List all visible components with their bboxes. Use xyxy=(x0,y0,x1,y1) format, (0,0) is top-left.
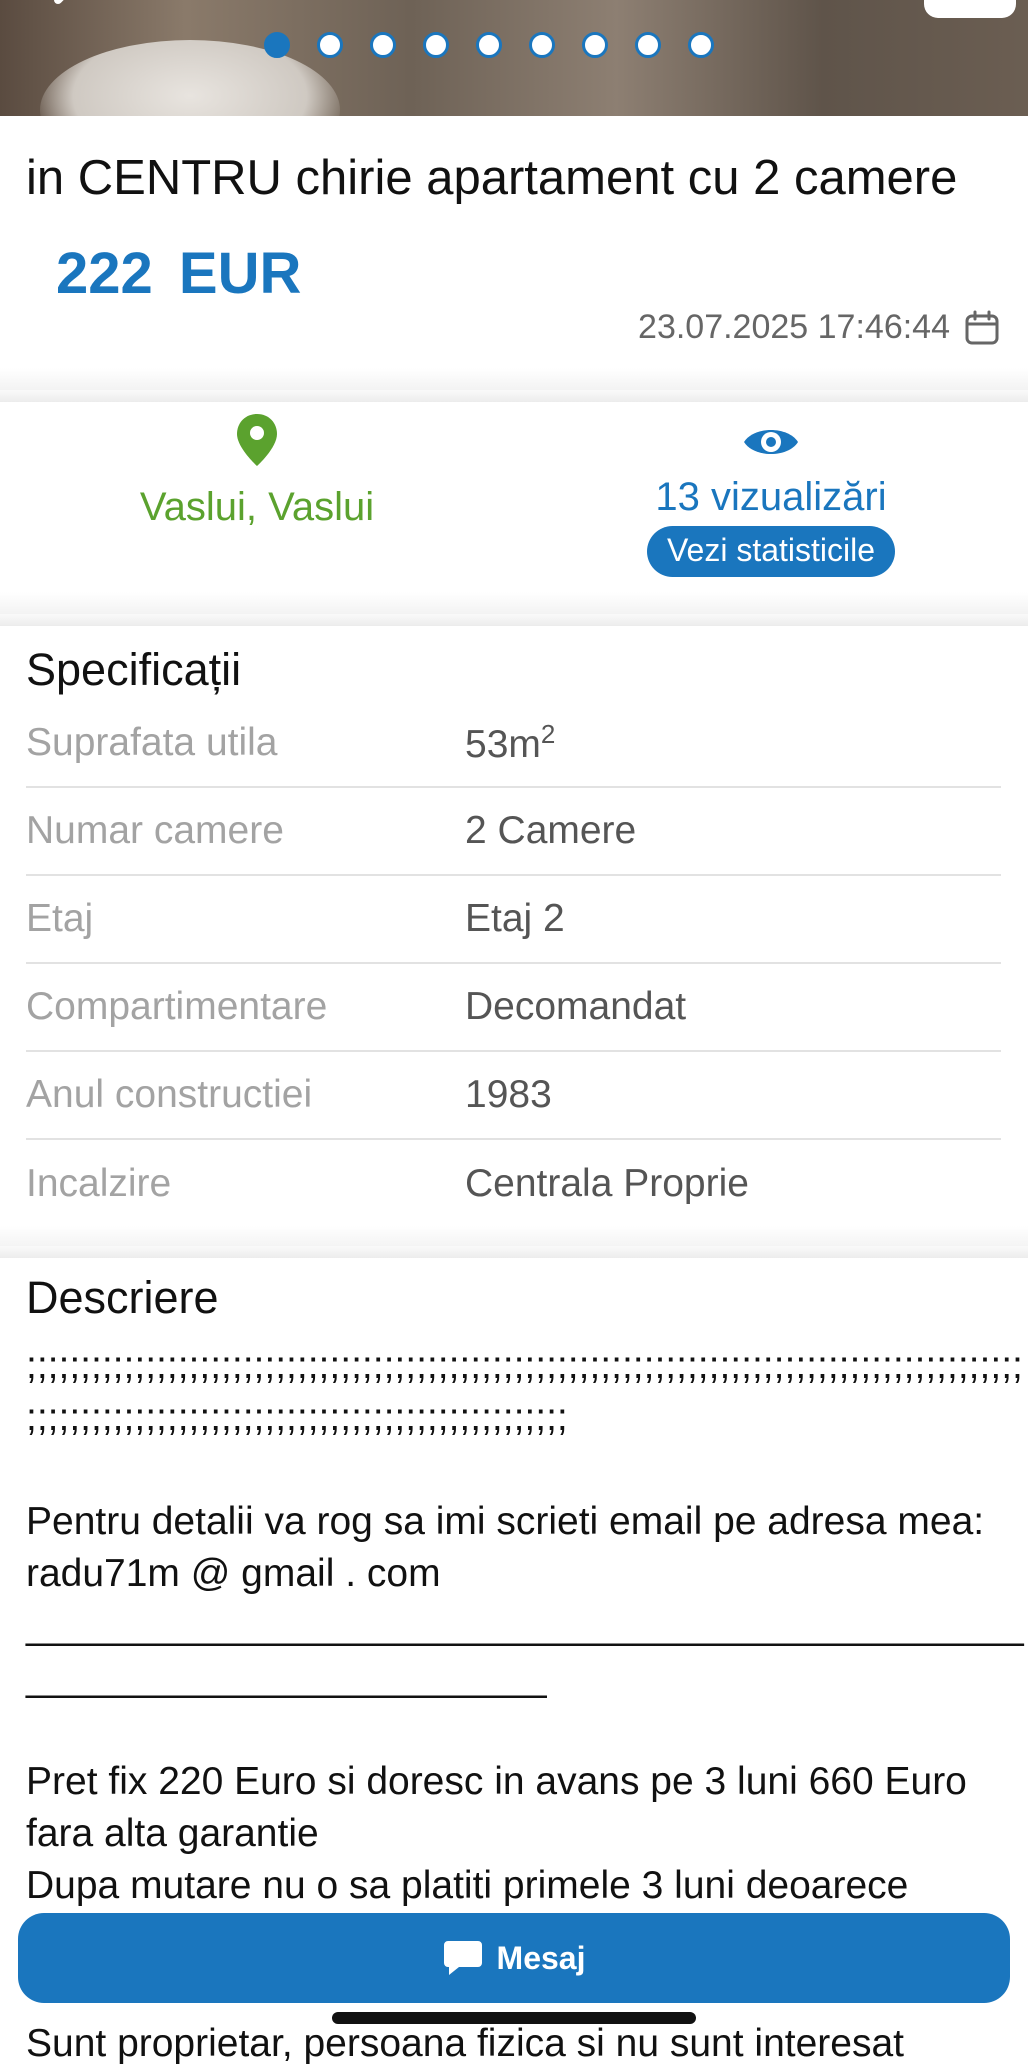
listing-date: 23.07.2025 17:46:44 xyxy=(638,308,950,346)
spec-label: Anul constructiei xyxy=(26,1073,313,1116)
spec-value: 1983 xyxy=(465,1073,552,1116)
section-divider xyxy=(0,1226,1028,1248)
message-button[interactable]: Mesaj xyxy=(18,1913,1010,2003)
eye-icon xyxy=(744,430,798,454)
gallery-dot[interactable] xyxy=(582,32,608,58)
description-title: Descriere xyxy=(26,1272,219,1323)
spec-label: Etaj xyxy=(26,897,94,940)
spec-row: Etaj Etaj 2 xyxy=(26,876,1001,964)
gallery-dot[interactable] xyxy=(476,32,502,58)
spec-row: Incalzire Centrala Proprie xyxy=(26,1140,1001,1228)
description-body: ;;;;;;;;;;;;;;;;;;;;;;;;;;;;;;;;;;;;;;;;… xyxy=(26,1340,1024,1912)
map-pin-icon xyxy=(237,414,277,466)
spec-value: Etaj 2 xyxy=(465,897,565,940)
home-indicator xyxy=(332,2012,696,2024)
spec-row: Compartimentare Decomandat xyxy=(26,964,1001,1052)
gallery-dot[interactable] xyxy=(688,32,714,58)
description-line: ;;;;;;;;;;;;;;;;;;;;;;;;;;;;;;;;;;;;;;;;… xyxy=(26,1344,1023,1387)
gallery-dot[interactable] xyxy=(635,32,661,58)
spec-label: Incalzire xyxy=(26,1162,172,1205)
spec-row: Anul constructiei 1983 xyxy=(26,1052,1001,1140)
spec-label: Compartimentare xyxy=(26,985,328,1028)
photo-gallery[interactable] xyxy=(0,0,1028,116)
description-line: ;;;;;;;;;;;;;;;;;;;;;;;;;;;;;;;;;;;;;;;;… xyxy=(26,1396,568,1439)
spec-value: 53m2 xyxy=(465,719,555,767)
views-count: 13 vizualizări xyxy=(655,475,887,519)
gallery-dot[interactable] xyxy=(264,32,290,58)
section-divider xyxy=(0,1246,1028,1258)
section-divider xyxy=(0,614,1028,626)
location-text: Vaslui, Vaslui xyxy=(139,485,375,529)
spec-row: Numar camere 2 Camere xyxy=(26,788,1001,876)
top-right-action-button[interactable] xyxy=(924,0,1016,18)
listing-title: in CENTRU chirie apartament cu 2 camere xyxy=(26,151,958,205)
specs-table: Suprafata utila 53m2 Numar camere 2 Came… xyxy=(26,700,1001,1228)
spec-value-text: 53m xyxy=(465,723,541,766)
gallery-pagination xyxy=(264,32,714,58)
calendar-icon xyxy=(965,310,999,344)
gallery-dot[interactable] xyxy=(370,32,396,58)
spec-label: Suprafata utila xyxy=(26,721,278,764)
spec-value: 2 Camere xyxy=(465,809,637,852)
message-button-label: Mesaj xyxy=(496,1939,586,1976)
gallery-dot[interactable] xyxy=(317,32,343,58)
section-divider xyxy=(0,368,1028,390)
description-continued-text: Sunt proprietar, persoana fizica si nu s… xyxy=(26,2022,904,2065)
views-block: 13 vizualizări Vezi statisticile xyxy=(514,412,1028,577)
description-line: Dupa mutare nu o sa platiti primele 3 lu… xyxy=(26,1864,909,1907)
listing-price: 222 EUR xyxy=(56,241,302,306)
description-contact: Pentru detalii va rog sa imi scrieti ema… xyxy=(26,1500,995,1595)
gallery-dot[interactable] xyxy=(423,32,449,58)
chat-bubble-icon xyxy=(443,1941,482,1975)
description-line: ________________________ xyxy=(26,1656,547,1699)
specs-title: Specificații xyxy=(26,644,242,695)
back-arrow-icon[interactable] xyxy=(40,0,100,30)
description-line: ________________________________________… xyxy=(26,1604,1024,1647)
spec-label: Numar camere xyxy=(26,809,284,852)
location-block[interactable]: Vaslui, Vaslui xyxy=(0,412,514,530)
spec-value: Centrala Proprie xyxy=(465,1162,749,1205)
gallery-dot[interactable] xyxy=(529,32,555,58)
spec-row: Suprafata utila 53m2 xyxy=(26,700,1001,788)
spec-value-superscript: 2 xyxy=(540,719,556,749)
listing-date-row: 23.07.2025 17:46:44 xyxy=(638,308,1000,347)
section-divider xyxy=(0,390,1028,402)
spec-value: Decomandat xyxy=(465,985,687,1028)
description-price-terms: Pret fix 220 Euro si doresc in avans pe … xyxy=(26,1760,978,1855)
section-divider xyxy=(0,592,1028,614)
view-statistics-button[interactable]: Vezi statisticile xyxy=(646,526,896,577)
